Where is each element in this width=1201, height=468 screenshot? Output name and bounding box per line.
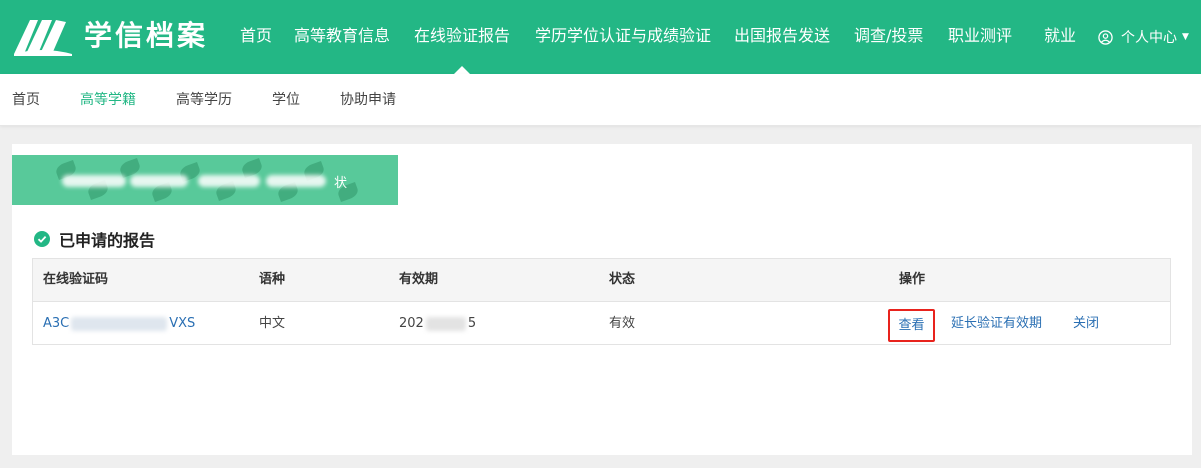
validity-cell: 202 5 [399, 302, 476, 345]
subnav-academic-degree[interactable]: 学位 [272, 74, 300, 126]
reports-table: 在线验证码 语种 有效期 状态 操作 A3C VXS 中文 202 5 有效 查看 … [32, 258, 1171, 345]
sub-navigation: 首页 高等学籍 高等学历 学位 协助申请 [0, 74, 1201, 126]
logo-text: 学信档案 [84, 19, 209, 52]
subnav-home[interactable]: 首页 [12, 74, 40, 126]
validity-prefix: 202 [399, 316, 424, 331]
column-header-status: 状态 [609, 272, 636, 287]
table-header: 在线验证码 语种 有效期 状态 操作 [33, 259, 1170, 302]
section-title: 已申请的报告 [34, 229, 156, 250]
nav-home[interactable]: 首页 [240, 0, 272, 74]
code-prefix: A3C [43, 316, 70, 331]
nav-employment[interactable]: 就业 [1044, 0, 1076, 74]
extend-validity-link[interactable]: 延长验证有效期 [951, 302, 1042, 345]
check-circle-icon [34, 231, 50, 247]
status-cell: 有效 [609, 316, 636, 331]
column-header-actions: 操作 [899, 272, 926, 287]
redacted-value [71, 316, 168, 331]
nav-online-verification-report[interactable]: 在线验证报告 [414, 0, 510, 74]
redaction-bar [198, 175, 260, 187]
column-header-validity: 有效期 [399, 272, 439, 287]
redaction-bar [266, 175, 326, 187]
nav-higher-education-info[interactable]: 高等教育信息 [294, 0, 390, 74]
user-icon [1098, 29, 1113, 45]
user-center-label: 个人中心 [1121, 30, 1177, 46]
validity-suffix: 5 [467, 316, 477, 331]
close-link[interactable]: 关闭 [1073, 302, 1099, 345]
nav-career-assessment[interactable]: 职业测评 [948, 0, 1012, 74]
section-title-text: 已申请的报告 [59, 231, 156, 250]
column-header-code: 在线验证码 [43, 272, 109, 287]
verification-code-link[interactable]: A3C VXS [43, 302, 195, 345]
redaction-bar [62, 175, 126, 187]
nav-degree-certification[interactable]: 学历学位认证与成绩验证 [535, 0, 711, 74]
subnav-assist-application[interactable]: 协助申请 [340, 74, 396, 126]
book-logo-icon [14, 20, 72, 56]
logo[interactable]: 学信档案 [12, 14, 208, 58]
redacted-value [425, 316, 466, 331]
reports-card: 状 已申请的报告 在线验证码 语种 有效期 状态 操作 A3C VXS 中文 20… [12, 144, 1192, 455]
caret-down-icon: ▼ [1182, 32, 1189, 42]
top-header: 学信档案 首页 高等教育信息 在线验证报告 学历学位认证与成绩验证 出国报告发送… [0, 0, 1201, 74]
nav-survey-vote[interactable]: 调查/投票 [854, 0, 923, 74]
column-header-language: 语种 [259, 272, 286, 287]
user-center-menu[interactable]: 个人中心 ▼ [1098, 0, 1189, 74]
redacted-banner: 状 [12, 155, 398, 205]
nav-overseas-report-send[interactable]: 出国报告发送 [734, 0, 830, 74]
subnav-higher-enrollment[interactable]: 高等学籍 [80, 74, 136, 126]
redaction-bar [130, 175, 188, 187]
banner-text: 状 [334, 176, 348, 191]
code-suffix: VXS [169, 316, 196, 331]
table-row: A3C VXS 中文 202 5 有效 查看 延长验证有效期 关闭 [33, 302, 1170, 345]
subnav-higher-degree[interactable]: 高等学历 [176, 74, 232, 126]
language-cell: 中文 [259, 316, 286, 331]
view-button[interactable]: 查看 [888, 309, 935, 342]
